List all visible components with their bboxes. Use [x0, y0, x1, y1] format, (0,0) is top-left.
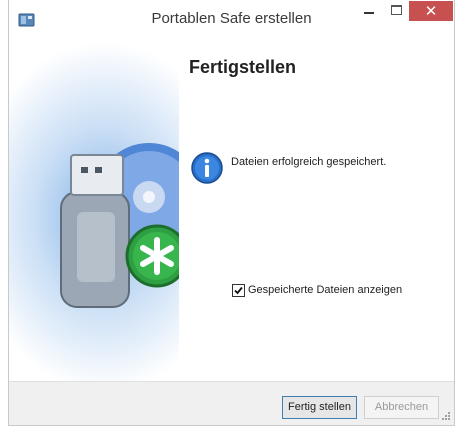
- close-icon: ✕: [424, 2, 438, 20]
- info-icon: [191, 152, 223, 184]
- info-message: Dateien erfolgreich gespeichert.: [231, 156, 387, 168]
- show-saved-files-checkbox[interactable]: [232, 284, 245, 297]
- minimize-icon: [364, 12, 374, 14]
- maximize-button[interactable]: [383, 1, 409, 21]
- checkmark-icon: [234, 286, 243, 295]
- button-bar: Fertig stellen Abbrechen: [9, 381, 454, 425]
- maximize-icon: [391, 5, 402, 15]
- title-bar[interactable]: Portablen Safe erstellen ✕: [9, 0, 454, 37]
- cancel-button[interactable]: Abbrechen: [364, 396, 439, 419]
- resize-grip-icon[interactable]: [441, 411, 451, 421]
- show-saved-files-label[interactable]: Gespeicherte Dateien anzeigen: [248, 284, 402, 296]
- page-heading: Fertigstellen: [189, 57, 297, 77]
- minimize-button[interactable]: [355, 1, 381, 21]
- wizard-content: Fertigstellen Dateien erfolgreich gespei…: [9, 37, 454, 381]
- close-button[interactable]: ✕: [409, 1, 453, 21]
- usb-disc-illustration: [60, 143, 179, 308]
- finish-button[interactable]: Fertig stellen: [282, 396, 357, 419]
- side-illustration: [9, 37, 179, 381]
- wizard-window: Portablen Safe erstellen ✕ Fertigstellen…: [8, 0, 455, 426]
